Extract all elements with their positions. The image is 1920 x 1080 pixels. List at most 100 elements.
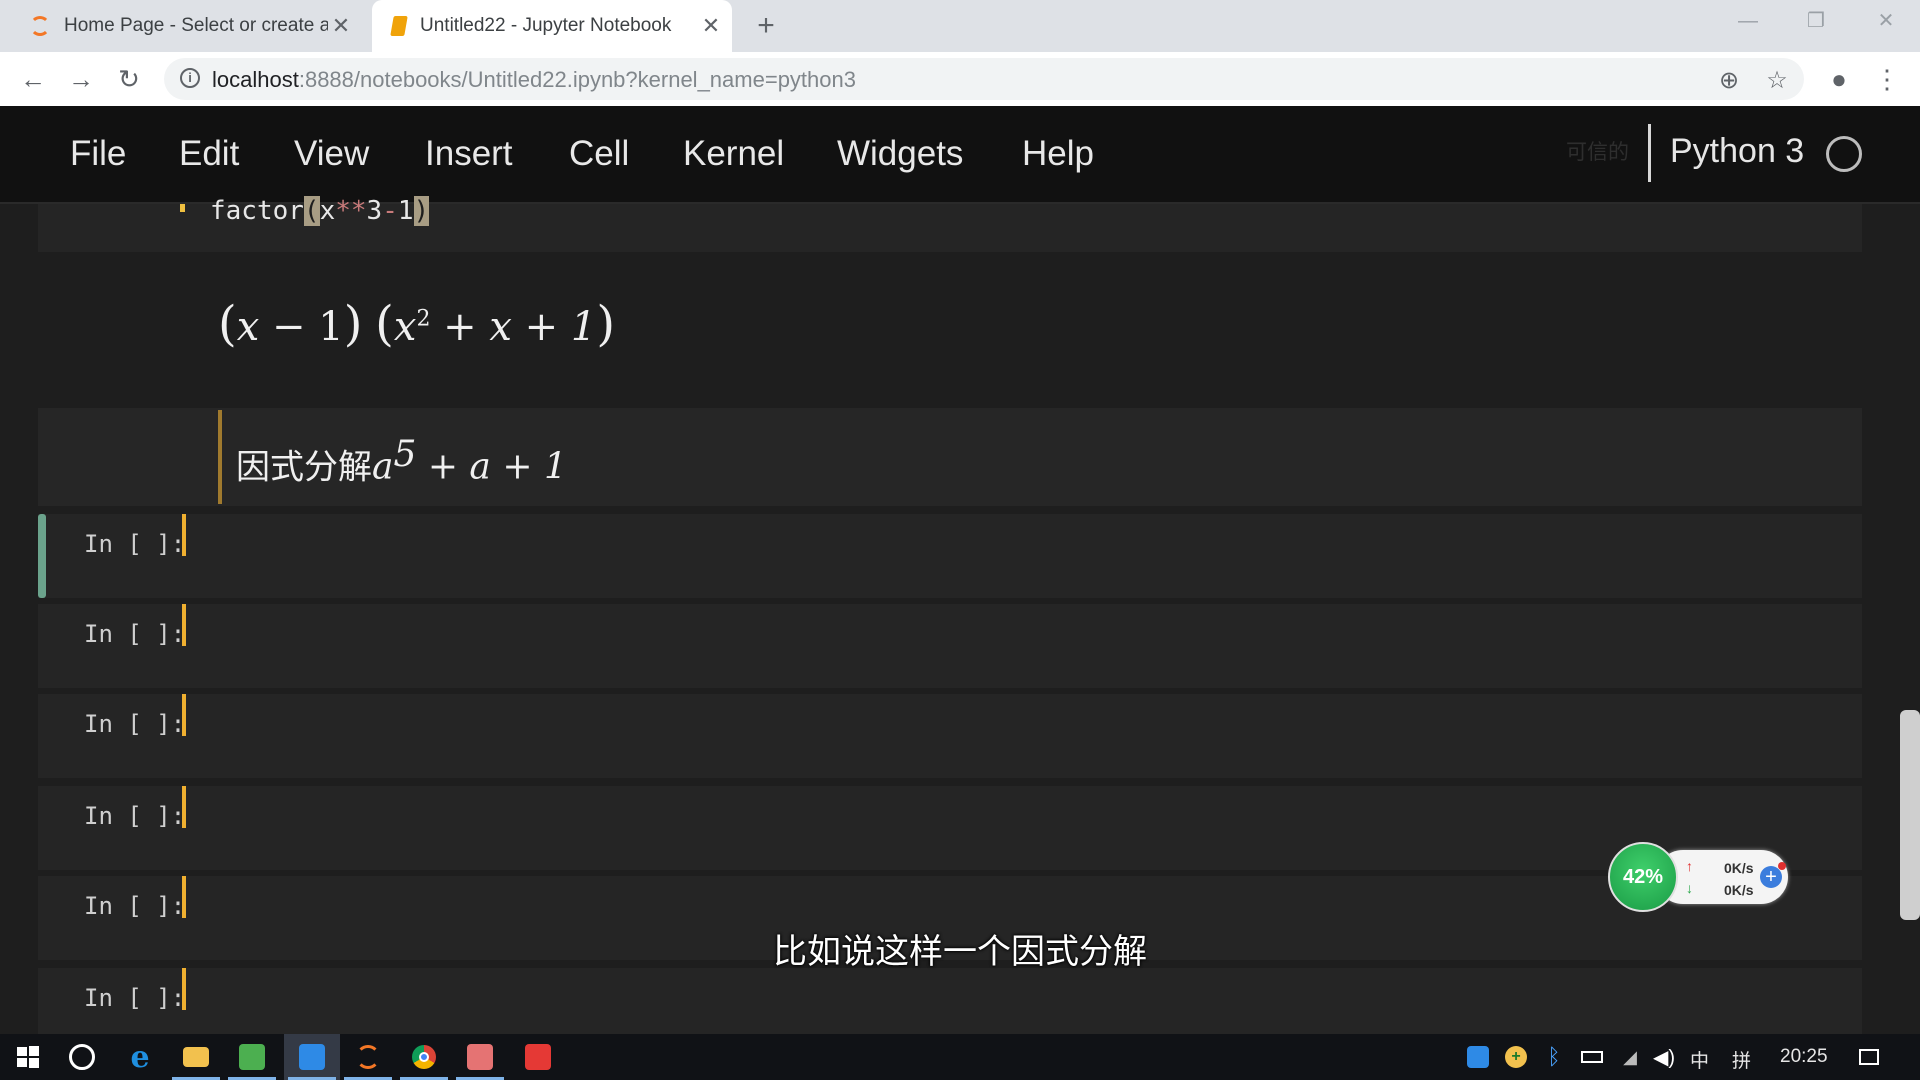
tab-untitled22[interactable]: Untitled22 - Jupyter Notebook ✕ <box>372 0 732 52</box>
code-paren-open: ( <box>303 196 320 226</box>
code-paren-close: ) <box>413 196 430 226</box>
notification-dot <box>1778 862 1786 870</box>
download-rate: 0K/s <box>1724 882 1754 898</box>
menu-help[interactable]: Help <box>1022 134 1094 174</box>
kernel-divider <box>1648 124 1651 182</box>
menu-file[interactable]: File <box>70 134 126 174</box>
video-subtitle: 比如说这样一个因式分解 <box>773 933 1147 971</box>
add-icon[interactable]: + <box>1760 866 1782 888</box>
code-fn: factor <box>210 196 304 226</box>
reload-icon[interactable]: ↻ <box>110 60 148 98</box>
paren: ( <box>375 296 394 352</box>
paren: ) <box>343 296 363 352</box>
info-icon[interactable]: i <box>180 68 200 88</box>
math-var: x <box>236 304 260 350</box>
kernel-name: Python 3 <box>1670 132 1805 170</box>
code-line[interactable]: factor(x**3-1) <box>210 196 430 226</box>
cell-prompt: In [ ]: <box>84 802 186 830</box>
edge-icon[interactable]: e <box>112 1034 168 1080</box>
ime-mode-indicator[interactable]: 拼 <box>1732 1046 1751 1073</box>
markdown-cell[interactable]: 因式分解a5 + a + 1 <box>38 408 1862 506</box>
menu-cell[interactable]: Cell <box>569 134 629 174</box>
menu-insert[interactable]: Insert <box>425 134 513 174</box>
url-path: :8888/notebooks/Untitled22.ipynb?kernel_… <box>298 67 856 92</box>
input-cell[interactable]: In [ ]: <box>38 694 1862 778</box>
input-cell-selected[interactable]: In [ ]: <box>38 514 1862 598</box>
cell-cursor <box>182 876 186 918</box>
minimize-icon[interactable]: — <box>1714 0 1782 42</box>
paren: ( <box>218 296 237 352</box>
file-explorer-icon[interactable] <box>168 1034 224 1080</box>
code-arg: x <box>319 196 336 226</box>
code-op: ** <box>335 196 367 226</box>
address-bar: ← → ↻ i localhost:8888/notebooks/Untitle… <box>0 52 1920 107</box>
trusted-indicator[interactable]: 可信的 <box>1566 136 1629 166</box>
markdown-cell-border <box>218 410 222 504</box>
url-input[interactable]: i localhost:8888/notebooks/Untitled22.ip… <box>164 58 1804 100</box>
kernel-idle-icon <box>1826 136 1862 172</box>
menu-kernel[interactable]: Kernel <box>683 134 784 174</box>
url-host: localhost <box>212 67 299 92</box>
window-close-icon[interactable]: ✕ <box>1852 0 1920 42</box>
tab-title: Untitled22 - Jupyter Notebook <box>420 15 672 36</box>
math-var: a <box>372 446 394 488</box>
cell-cursor <box>182 514 186 556</box>
forward-arrow-icon[interactable]: → <box>62 60 100 98</box>
menu-view[interactable]: View <box>294 134 369 174</box>
upload-rate: 0K/s <box>1724 860 1754 876</box>
volume-icon[interactable]: ◀) <box>1644 1034 1684 1080</box>
close-icon[interactable]: ✕ <box>328 13 354 39</box>
tab-title: Home Page - Select or create a <box>64 15 328 36</box>
windows-start-icon[interactable] <box>0 1034 56 1080</box>
code-arg: 1 <box>397 196 414 226</box>
media-app-icon[interactable] <box>452 1034 508 1080</box>
cell-cursor <box>182 786 186 828</box>
back-arrow-icon[interactable]: ← <box>14 60 52 98</box>
paren: ) <box>596 296 616 352</box>
math-exponent: 5 <box>393 434 417 475</box>
network-speed-widget[interactable]: 42% ↑ ↓ 0K/s 0K/s + <box>1608 842 1798 912</box>
input-cell[interactable]: In [ ]: <box>38 968 1862 1034</box>
restore-icon[interactable]: ❐ <box>1782 0 1850 42</box>
scrollbar-thumb[interactable] <box>1900 710 1920 920</box>
chrome-icon[interactable] <box>396 1034 452 1080</box>
jupyter-spinner-icon <box>30 16 50 36</box>
notification-icon[interactable] <box>1846 1034 1892 1080</box>
ime-indicator[interactable]: 中 <box>1690 1046 1709 1073</box>
close-icon[interactable]: ✕ <box>698 13 724 39</box>
tray-recorder-icon[interactable] <box>1458 1034 1498 1080</box>
profile-icon[interactable]: ● <box>1822 62 1856 96</box>
input-cell[interactable]: In [ ]: <box>38 786 1862 870</box>
input-cell[interactable]: In [ ]: <box>38 604 1862 688</box>
notepad-icon[interactable] <box>224 1034 280 1080</box>
cell-marker <box>180 204 185 212</box>
clock[interactable]: 20:25 <box>1780 1046 1828 1068</box>
search-circle-icon[interactable] <box>54 1034 110 1080</box>
tray-plus-icon[interactable]: + <box>1496 1034 1536 1080</box>
tab-home-page[interactable]: Home Page - Select or create a ✕ <box>10 0 362 52</box>
cell-output-math: (x − 1) (x2 + x + 1) <box>218 296 615 352</box>
menu-edit[interactable]: Edit <box>179 134 239 174</box>
bookmark-star-icon[interactable]: ☆ <box>1762 66 1792 95</box>
screen-recorder-icon[interactable] <box>284 1034 340 1080</box>
cell-prompt: In [ ]: <box>84 620 186 648</box>
code-op: - <box>382 196 398 226</box>
windows-taskbar: e + ᛒ ◢ ◀) 中 拼 20:25 <box>0 1034 1920 1080</box>
new-tab-button[interactable]: + <box>748 8 784 44</box>
markdown-text: 因式分解a5 + a + 1 <box>236 434 567 488</box>
bluetooth-icon[interactable]: ᛒ <box>1534 1034 1574 1080</box>
url-text[interactable]: localhost:8888/notebooks/Untitled22.ipyn… <box>212 67 856 93</box>
math-exponent: 2 <box>416 306 431 332</box>
code-cell-partial[interactable]: factor(x**3-1) <box>0 196 1862 252</box>
more-menu-icon[interactable]: ⋮ <box>1870 62 1904 96</box>
menu-widgets[interactable]: Widgets <box>837 134 963 174</box>
cell-prompt: In [ ]: <box>84 892 186 920</box>
jupyter-icon[interactable] <box>340 1034 396 1080</box>
tab-strip: Home Page - Select or create a ✕ Untitle… <box>0 0 1920 52</box>
zoom-icon[interactable]: ⊕ <box>1714 66 1744 95</box>
red-app-icon[interactable] <box>510 1034 566 1080</box>
memory-percent: 42% <box>1608 842 1678 912</box>
math-term: − 1 <box>259 304 344 350</box>
battery-icon[interactable] <box>1572 1034 1612 1080</box>
math-term: + a + 1 <box>416 446 567 488</box>
